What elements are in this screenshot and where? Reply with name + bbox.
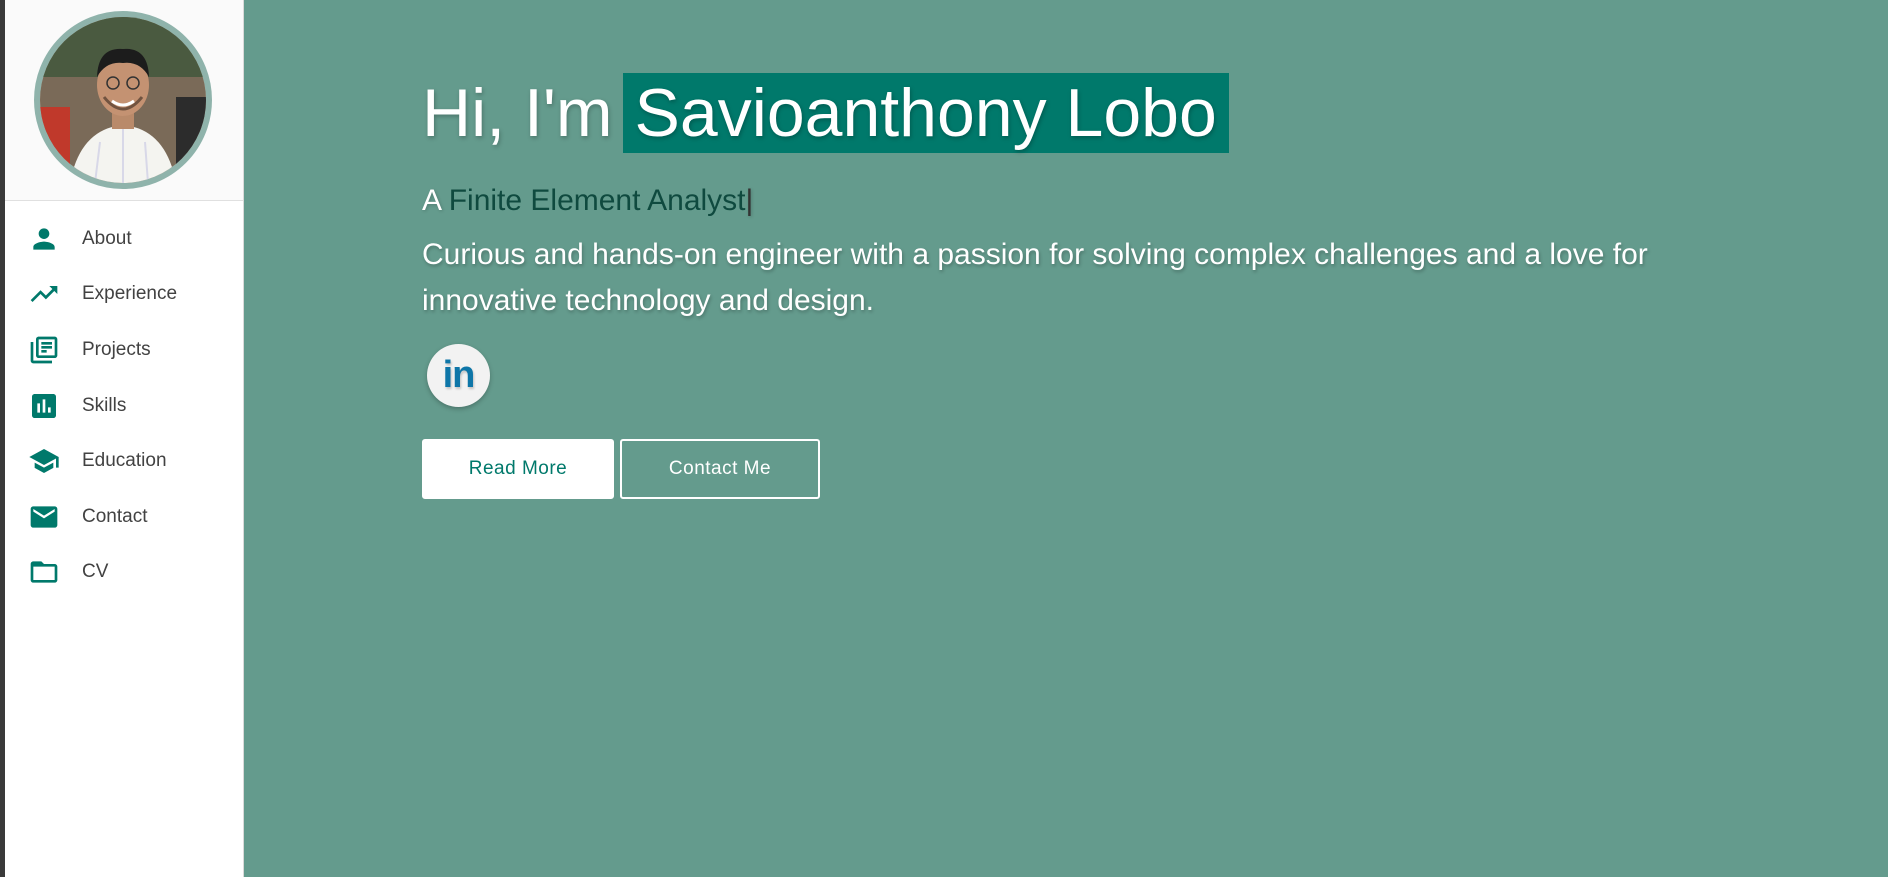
- sidebar-item-education[interactable]: Education: [5, 433, 243, 489]
- read-more-button[interactable]: Read More: [422, 439, 614, 499]
- typing-cursor: |: [745, 184, 754, 217]
- school-icon: [27, 444, 61, 478]
- hero-name: Savioanthony Lobo: [622, 73, 1229, 153]
- social-links: in: [427, 344, 1722, 407]
- library-books-icon: [27, 333, 61, 367]
- hero-heading: Hi, I'm Savioanthony Lobo: [422, 72, 1722, 154]
- sidebar-item-label: Projects: [82, 338, 151, 360]
- profile-header: [5, 0, 243, 201]
- hero-buttons: Read More Contact Me: [422, 439, 1722, 499]
- sidebar-item-label: Education: [82, 450, 167, 472]
- sidebar-item-projects[interactable]: Projects: [5, 322, 243, 378]
- folder-icon: [27, 555, 61, 589]
- sidebar-item-label: About: [82, 227, 132, 249]
- sidebar-nav: About Experience Projects Skills Educati…: [5, 201, 243, 600]
- bar-chart-icon: [27, 389, 61, 423]
- avatar: [34, 11, 212, 189]
- hero-section: Hi, I'm Savioanthony Lobo A Finite Elemen…: [244, 0, 1888, 877]
- sidebar-item-label: Skills: [82, 394, 127, 416]
- sidebar-item-label: Contact: [82, 505, 148, 527]
- role-prefix: A: [422, 184, 441, 217]
- sidebar-item-label: CV: [82, 561, 109, 583]
- sidebar-item-about[interactable]: About: [5, 211, 243, 267]
- role-typed-text: Finite Element Analyst: [448, 184, 746, 217]
- sidebar-item-label: Experience: [82, 283, 178, 305]
- sidebar-item-contact[interactable]: Contact: [5, 489, 243, 545]
- tagline: Curious and hands-on engineer with a pas…: [422, 238, 1648, 317]
- contact-me-button[interactable]: Contact Me: [620, 439, 820, 499]
- sidebar-item-experience[interactable]: Experience: [5, 267, 243, 323]
- sidebar-item-skills[interactable]: Skills: [5, 378, 243, 434]
- greeting-prefix: Hi, I'm: [422, 75, 613, 151]
- profile-photo: [40, 17, 206, 183]
- trending-up-icon: [27, 277, 61, 311]
- role-line: A Finite Element Analyst|: [422, 184, 1722, 218]
- mail-icon: [27, 500, 61, 534]
- sidebar: About Experience Projects Skills Educati…: [5, 0, 244, 877]
- hero-content: Hi, I'm Savioanthony Lobo A Finite Elemen…: [422, 72, 1722, 499]
- person-icon: [27, 222, 61, 256]
- sidebar-item-cv[interactable]: CV: [5, 545, 243, 601]
- linkedin-icon[interactable]: in: [427, 344, 490, 407]
- linkedin-logo-text: in: [442, 354, 476, 396]
